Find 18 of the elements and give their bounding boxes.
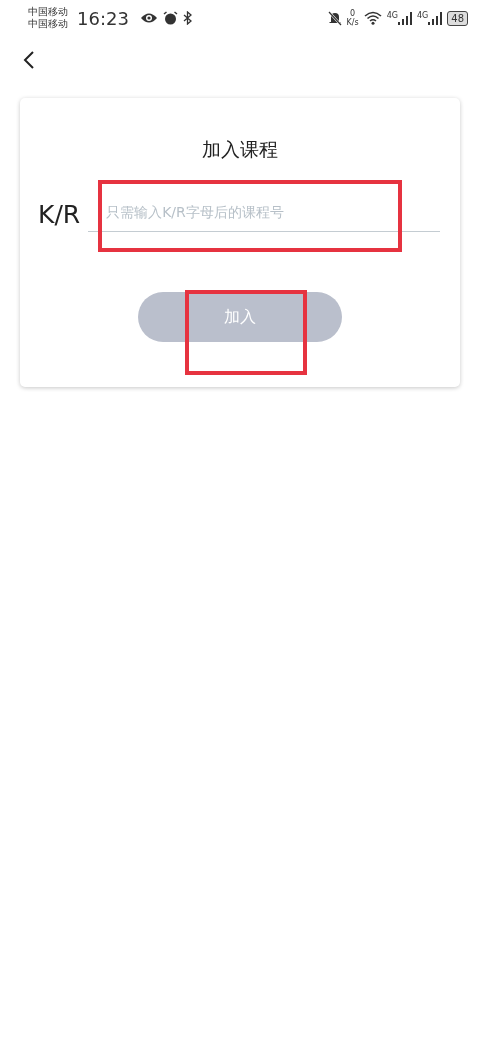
battery-level: 48 [447, 10, 468, 26]
muted-bell-icon [327, 10, 342, 26]
eye-icon [139, 12, 158, 24]
course-code-field[interactable]: 只需输入K/R字母后的课程号 [88, 192, 440, 232]
network-type: 4G [416, 11, 429, 20]
bluetooth-icon [182, 11, 192, 25]
carrier-name: 中国移动 [28, 6, 68, 18]
prefix-label: K/R [38, 199, 81, 231]
carrier-name: 中国移动 [28, 18, 68, 30]
speed-unit: K/s [346, 18, 359, 27]
dialog-title: 加入课程 [202, 137, 278, 162]
alarm-icon [162, 10, 178, 26]
wifi-icon [363, 11, 382, 25]
signal-icon [397, 11, 412, 25]
network-type: 4G [386, 11, 398, 20]
network-speed: 0 [350, 9, 356, 18]
clock-time: 16:23 [77, 7, 129, 29]
signal-icon [428, 11, 443, 25]
